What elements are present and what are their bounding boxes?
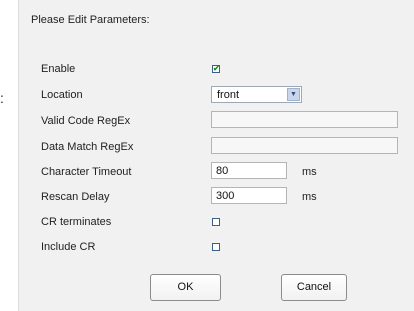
location-select[interactable]: front ▼ <box>211 86 302 103</box>
cr-terminates-label: CR terminates <box>41 216 112 228</box>
chevron-down-icon[interactable]: ▼ <box>287 88 300 101</box>
enable-checkbox[interactable]: ✔ <box>212 64 220 73</box>
valid-code-regex-label: Valid Code RegEx <box>41 115 131 127</box>
dialog-title: Please Edit Parameters: <box>31 14 150 26</box>
include-cr-checkbox[interactable] <box>212 243 220 251</box>
character-timeout-unit: ms <box>302 166 317 178</box>
edit-parameters-dialog: Please Edit Parameters: Enable ✔ Locatio… <box>18 0 414 311</box>
stray-colon: : <box>0 90 4 106</box>
location-label: Location <box>41 89 83 101</box>
character-timeout-label: Character Timeout <box>41 166 132 178</box>
cancel-button[interactable]: Cancel <box>281 274 347 301</box>
character-timeout-input[interactable]: 80 <box>211 162 287 179</box>
location-select-value: front <box>217 89 240 101</box>
valid-code-regex-input[interactable] <box>211 111 398 128</box>
enable-label: Enable <box>41 63 76 75</box>
rescan-delay-input[interactable]: 300 <box>211 187 287 204</box>
data-match-regex-input[interactable] <box>211 137 398 154</box>
rescan-delay-unit: ms <box>302 191 317 203</box>
check-mark-icon: ✔ <box>213 64 220 73</box>
include-cr-label: Include CR <box>41 241 96 253</box>
cr-terminates-checkbox[interactable] <box>212 218 220 226</box>
ok-button[interactable]: OK <box>150 274 221 301</box>
rescan-delay-label: Rescan Delay <box>41 191 110 203</box>
data-match-regex-label: Data Match RegEx <box>41 141 134 153</box>
